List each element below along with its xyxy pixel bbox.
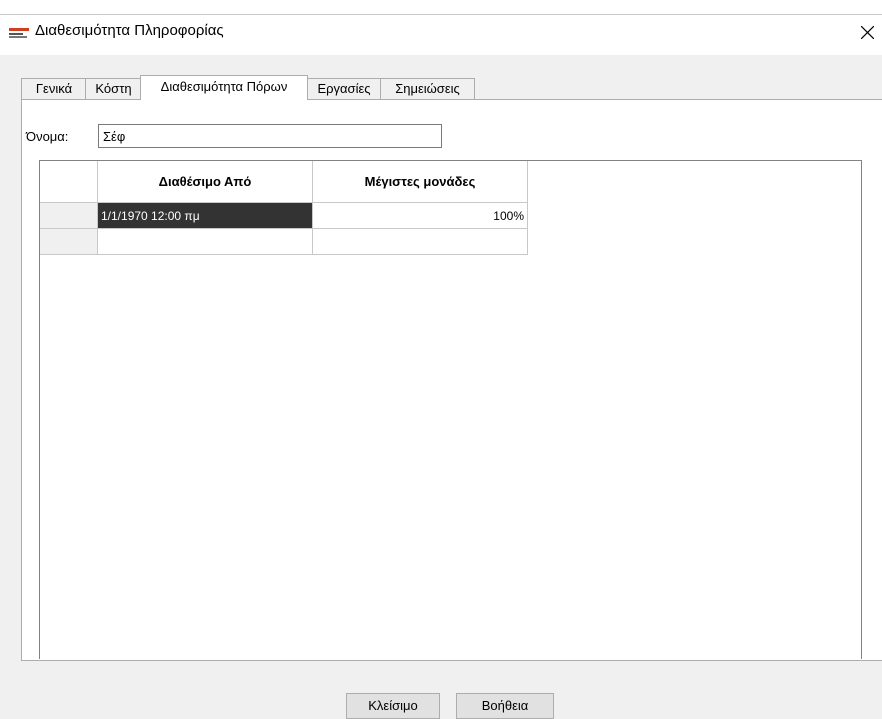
availability-table: Διαθέσιμο Από Μέγιστες μονάδες 1/1/1970 … — [39, 160, 862, 659]
table-cell-max-units[interactable]: 100% — [313, 203, 528, 229]
name-label: Όνομα: — [26, 129, 69, 144]
column-header-available-from[interactable]: Διαθέσιμο Από — [98, 161, 313, 203]
close-window-button[interactable] — [852, 16, 882, 50]
tab-tasks[interactable]: Εργασίες — [306, 78, 382, 99]
table-cell-max-units[interactable] — [313, 229, 528, 255]
tab-resource-availability[interactable]: Διαθεσιμότητα Πόρων — [140, 75, 308, 100]
table-cell-available-from[interactable]: 1/1/1970 12:00 πμ — [98, 203, 313, 229]
row-header[interactable] — [40, 203, 98, 229]
close-icon — [861, 26, 874, 39]
row-header[interactable] — [40, 229, 98, 255]
tab-general[interactable]: Γενικά — [21, 78, 87, 99]
name-field[interactable]: Σέφ — [98, 124, 442, 148]
tab-notes[interactable]: Σημειώσεις — [380, 78, 475, 99]
table-cell-available-from[interactable] — [98, 229, 313, 255]
tab-costs[interactable]: Κόστη — [85, 78, 142, 99]
table-corner — [40, 161, 98, 203]
help-button[interactable]: Βοήθεια — [456, 693, 554, 719]
close-button[interactable]: Κλείσιμο — [346, 693, 440, 719]
column-header-max-units[interactable]: Μέγιστες μονάδες — [313, 161, 528, 203]
window-top-edge — [0, 0, 882, 15]
app-icon — [8, 26, 30, 40]
window-title: Διαθεσιμότητα Πληροφορίας — [35, 22, 224, 39]
